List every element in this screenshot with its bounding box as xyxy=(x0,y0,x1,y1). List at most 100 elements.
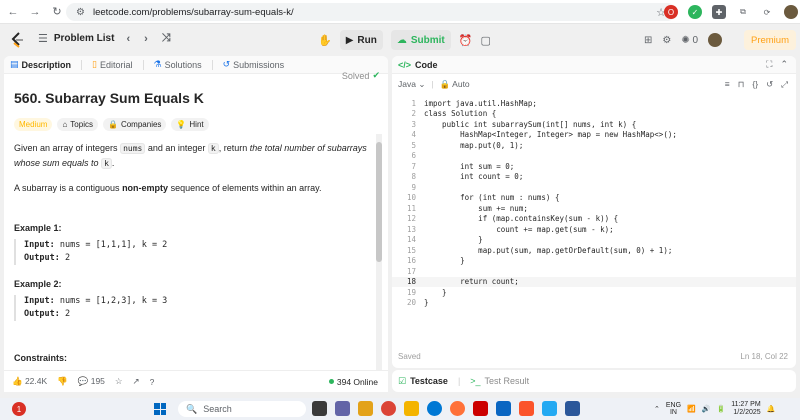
code-text[interactable]: HashMap<Integer, Integer> map = new Hash… xyxy=(424,130,677,139)
problem-list-link[interactable]: Problem List xyxy=(54,33,115,44)
streak-counter[interactable]: ✺ 0 xyxy=(681,35,698,46)
companies-tag[interactable]: 🔒 Companies xyxy=(102,118,167,131)
code-line[interactable]: 6 xyxy=(392,151,796,162)
code-line[interactable]: 8 int count = 0; xyxy=(392,172,796,183)
code-text[interactable]: map.put(0, 1); xyxy=(424,141,523,150)
prev-problem-icon[interactable]: ‹ xyxy=(126,33,130,45)
code-text[interactable]: } xyxy=(424,256,465,265)
edge-icon[interactable] xyxy=(427,401,442,416)
shield-extension-icon[interactable]: ✓ xyxy=(688,5,702,19)
like-button[interactable]: 👍 22.4K xyxy=(12,376,47,387)
opera-extension-icon[interactable]: O xyxy=(664,5,678,19)
code-text[interactable]: for (int num : nums) { xyxy=(424,193,559,202)
code-text[interactable]: count += map.get(sum - k); xyxy=(424,225,613,234)
site-info-icon[interactable]: ⚙ xyxy=(76,7,85,18)
code-text[interactable]: } xyxy=(424,235,483,244)
run-button[interactable]: ▶ Run xyxy=(339,30,383,50)
tab-description[interactable]: ▤ Description xyxy=(10,59,71,70)
code-line[interactable]: 9 xyxy=(392,182,796,193)
notification-bell-icon[interactable]: 🔔 xyxy=(767,405,776,413)
language-indicator[interactable]: ENG IN xyxy=(666,402,681,416)
code-text[interactable]: import java.util.HashMap; xyxy=(424,99,537,108)
code-text[interactable]: if (map.containsKey(sum - k)) { xyxy=(424,214,618,223)
shuffle-icon[interactable]: ⤨ xyxy=(162,32,171,45)
forward-arrow-icon[interactable]: → xyxy=(26,3,44,21)
comments-button[interactable]: 💬 195 xyxy=(78,376,105,387)
favorite-star-icon[interactable]: ☆ xyxy=(115,376,123,387)
language-select[interactable]: Java ⌄ xyxy=(398,79,425,90)
vscode-icon[interactable] xyxy=(542,401,557,416)
url-text[interactable]: leetcode.com/problems/subarray-sum-equal… xyxy=(93,7,294,18)
code-editor[interactable]: 1 import java.util.HashMap; 2 class Solutio… xyxy=(392,98,796,348)
sync-icon[interactable]: ⟳ xyxy=(760,5,774,19)
code-line[interactable]: 11 sum += num; xyxy=(392,203,796,214)
teams-icon[interactable] xyxy=(335,401,350,416)
code-line[interactable]: 15 map.put(sum, map.getOrDefault(sum, 0)… xyxy=(392,245,796,256)
code-line[interactable]: 20} xyxy=(392,298,796,309)
code-text[interactable]: map.put(sum, map.getOrDefault(sum, 0) + … xyxy=(424,246,672,255)
code-line[interactable]: 2 class Solution { xyxy=(392,109,796,120)
brave-icon[interactable] xyxy=(519,401,534,416)
code-line[interactable]: 14 } xyxy=(392,235,796,246)
code-line[interactable]: 18 return count; xyxy=(392,276,796,287)
code-line[interactable]: 13 count += map.get(sum - k); xyxy=(392,224,796,235)
notification-badge[interactable]: 1 xyxy=(12,402,26,416)
timer-icon[interactable]: ⏰ xyxy=(459,34,473,47)
file-explorer-icon[interactable] xyxy=(404,401,419,416)
clock[interactable]: 11:27 PM 1/2/2025 xyxy=(731,401,760,417)
code-line[interactable]: 19 } xyxy=(392,287,796,298)
collapse-icon[interactable]: ⌃ xyxy=(780,59,788,70)
scrollbar-thumb[interactable] xyxy=(376,142,382,262)
tab-solutions[interactable]: ⚗ Solutions xyxy=(154,59,202,70)
address-bar[interactable]: ⚙ leetcode.com/problems/subarray-sum-equ… xyxy=(66,3,676,21)
code-line[interactable]: 4 HashMap<Integer, Integer> map = new Ha… xyxy=(392,130,796,141)
battery-icon[interactable]: 🔋 xyxy=(716,405,725,413)
taskview-icon[interactable] xyxy=(312,401,327,416)
braces-icon[interactable]: {} xyxy=(752,79,758,90)
opera-icon[interactable] xyxy=(473,401,488,416)
share-icon[interactable]: ↗ xyxy=(133,376,140,387)
code-line[interactable]: 17 xyxy=(392,266,796,277)
leetcode-logo-icon[interactable] xyxy=(10,32,24,48)
extensions-menu-icon[interactable]: ⧉ xyxy=(736,5,750,19)
bookmark-icon[interactable]: ⊓ xyxy=(738,79,745,90)
code-text[interactable]: return count; xyxy=(424,277,519,286)
tab-testcase[interactable]: ☑ Testcase xyxy=(398,376,448,387)
topics-tag[interactable]: ⌂ Topics xyxy=(57,118,98,131)
help-icon[interactable]: ? xyxy=(150,377,155,387)
puzzle-extension-icon[interactable]: ✚ xyxy=(712,5,726,19)
code-line[interactable]: 16 } xyxy=(392,256,796,267)
copilot-icon[interactable] xyxy=(358,401,373,416)
back-arrow-icon[interactable]: ← xyxy=(4,3,22,21)
tab-submissions[interactable]: ↺ Submissions xyxy=(223,59,285,70)
volume-icon[interactable]: 🔊 xyxy=(702,405,711,413)
wifi-icon[interactable]: 📶 xyxy=(687,405,696,413)
reset-icon[interactable]: ↺ xyxy=(766,79,773,90)
list-icon[interactable]: ☰ xyxy=(38,32,48,45)
linkedin-icon[interactable] xyxy=(496,401,511,416)
tab-test-result[interactable]: >_ Test Result xyxy=(470,376,529,386)
next-problem-icon[interactable]: › xyxy=(144,33,148,45)
profile-avatar[interactable] xyxy=(784,5,798,19)
expand-icon[interactable]: ⛶ xyxy=(766,59,772,70)
settings-gear-icon[interactable]: ⚙ xyxy=(662,35,671,46)
submit-button[interactable]: ☁ Submit xyxy=(390,30,451,50)
word-icon[interactable] xyxy=(565,401,580,416)
dislike-icon[interactable]: 👎 xyxy=(57,376,68,387)
reload-icon[interactable]: ↻ xyxy=(48,3,66,21)
code-text[interactable]: int count = 0; xyxy=(424,172,523,181)
code-text[interactable]: class Solution { xyxy=(424,109,496,118)
auto-mode-toggle[interactable]: 🔒 Auto xyxy=(440,79,470,90)
code-line[interactable]: 7 int sum = 0; xyxy=(392,161,796,172)
hint-tag[interactable]: 💡 Hint xyxy=(171,118,209,131)
code-text[interactable]: } xyxy=(424,298,429,307)
notes-icon[interactable]: ▢ xyxy=(480,34,490,47)
tab-editorial[interactable]: ▯ Editorial xyxy=(92,59,132,70)
format-icon[interactable]: ≡ xyxy=(725,79,730,90)
chevron-up-icon[interactable]: ⌃ xyxy=(654,405,660,413)
code-line[interactable]: 10 for (int num : nums) { xyxy=(392,193,796,204)
code-text[interactable]: int sum = 0; xyxy=(424,162,514,171)
premium-button[interactable]: Premium xyxy=(744,30,796,50)
firefox-icon[interactable] xyxy=(450,401,465,416)
layout-icon[interactable]: ⊞ xyxy=(644,35,652,46)
